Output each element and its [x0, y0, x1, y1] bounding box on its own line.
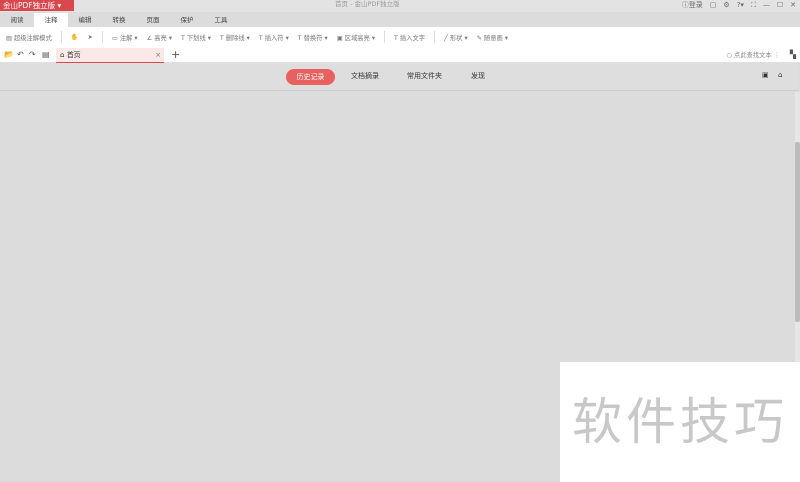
doc-tab-home[interactable]: ⌂ 首页 × [56, 48, 164, 63]
search-icon: ○ [726, 52, 732, 59]
close-button[interactable]: ✕ [790, 0, 796, 10]
nav-history[interactable]: 历史记录 [286, 69, 335, 85]
strikethrough-button[interactable]: T 删除线 ▾ [220, 33, 250, 42]
divider [384, 31, 385, 43]
close-tab-icon[interactable]: × [155, 48, 161, 62]
nav-common-folders[interactable]: 常用文件夹 [407, 71, 442, 81]
tab-tools[interactable]: 工具 [204, 13, 238, 27]
document-tab-bar: 📂 ↶ ↷ ▤ ⌂ 首页 × + ○ 点此查找文本 ⋮ ▚ [0, 47, 800, 63]
super-annotation-button[interactable]: ▤ 超级注解模式 [6, 33, 52, 42]
find-text-button[interactable]: ○ 点此查找文本 ⋮ [726, 50, 780, 59]
insert-mark-button[interactable]: T 插入符 ▾ [259, 33, 289, 42]
replace-mark-button[interactable]: T 替换符 ▾ [298, 33, 328, 42]
tab-read[interactable]: 阅读 [0, 13, 34, 27]
add-tab-icon[interactable]: + [171, 48, 180, 61]
hand-tool-icon[interactable]: ✋ [71, 33, 79, 41]
watermark: 软件技巧 [560, 362, 800, 482]
help-icon[interactable]: ?▾ [737, 0, 744, 10]
minimize-button[interactable]: — [763, 0, 770, 10]
menu-tabs: 阅读 注释 编辑 转换 页面 保护 工具 [0, 13, 238, 27]
fullscreen-icon[interactable]: ⛶ [751, 0, 756, 10]
scrollbar-thumb[interactable] [795, 142, 800, 322]
panel-icon[interactable]: ▚ [790, 50, 796, 59]
tab-annotate[interactable]: 注释 [34, 13, 68, 27]
nav-discover[interactable]: 发现 [471, 71, 485, 81]
window-title: 首页 - 金山PDF独立版 [335, 0, 400, 8]
settings-icon[interactable]: ⚙ [723, 0, 729, 10]
annotation-toolbar: ▤ 超级注解模式 ✋ ➤ ▭ 注解 ▾ ∠ 高亮 ▾ T 下划线 ▾ T 删除线… [0, 27, 800, 47]
tab-protect[interactable]: 保护 [170, 13, 204, 27]
undo-icon[interactable]: ↶ [17, 50, 24, 59]
redo-icon[interactable]: ↷ [29, 50, 36, 59]
note-button[interactable]: ▭ 注解 ▾ [112, 33, 138, 42]
tab-edit[interactable]: 编辑 [68, 13, 102, 27]
divider [101, 31, 103, 43]
home-nav: 历史记录 文档摘录 常用文件夹 发现 ▣ ⌂ [0, 63, 798, 91]
nav-doc-excerpts[interactable]: 文档摘录 [351, 71, 379, 81]
divider [60, 31, 62, 43]
message-icon[interactable]: ▢ [710, 0, 717, 10]
freehand-button[interactable]: ✎ 随意画 ▾ [477, 33, 508, 42]
insert-text-button[interactable]: T 插入文字 [394, 33, 425, 42]
title-bar: 金山PDF独立版 ▾ 首页 - 金山PDF独立版 ⓘ登录 ▢ ⚙ ?▾ ⛶ — … [0, 0, 800, 12]
select-tool-icon[interactable]: ➤ [88, 34, 93, 41]
underline-button[interactable]: T 下划线 ▾ [181, 33, 211, 42]
doc-tab-label: 首页 [66, 51, 81, 59]
home-icon: ⌂ [60, 51, 65, 59]
grid-view-icon[interactable]: ▣ [762, 71, 769, 79]
highlight-button[interactable]: ∠ 高亮 ▾ [147, 33, 172, 42]
open-folder-icon[interactable]: 📂 [4, 50, 14, 59]
save-icon[interactable]: ▤ [42, 50, 50, 59]
app-menu-button[interactable]: 金山PDF独立版 ▾ [0, 0, 74, 11]
login-button[interactable]: ⓘ登录 [682, 0, 703, 10]
divider [434, 31, 436, 43]
tab-convert[interactable]: 转换 [102, 13, 136, 27]
app-name: 金山PDF独立版 [3, 1, 56, 10]
clear-icon[interactable]: ⌂ [778, 71, 782, 79]
maximize-button[interactable]: ☐ [777, 0, 783, 10]
area-highlight-button[interactable]: ▣ 区域高亮 ▾ [337, 33, 375, 42]
shape-button[interactable]: ╱ 形状 ▾ [444, 33, 468, 42]
tab-page[interactable]: 页面 [136, 13, 170, 27]
